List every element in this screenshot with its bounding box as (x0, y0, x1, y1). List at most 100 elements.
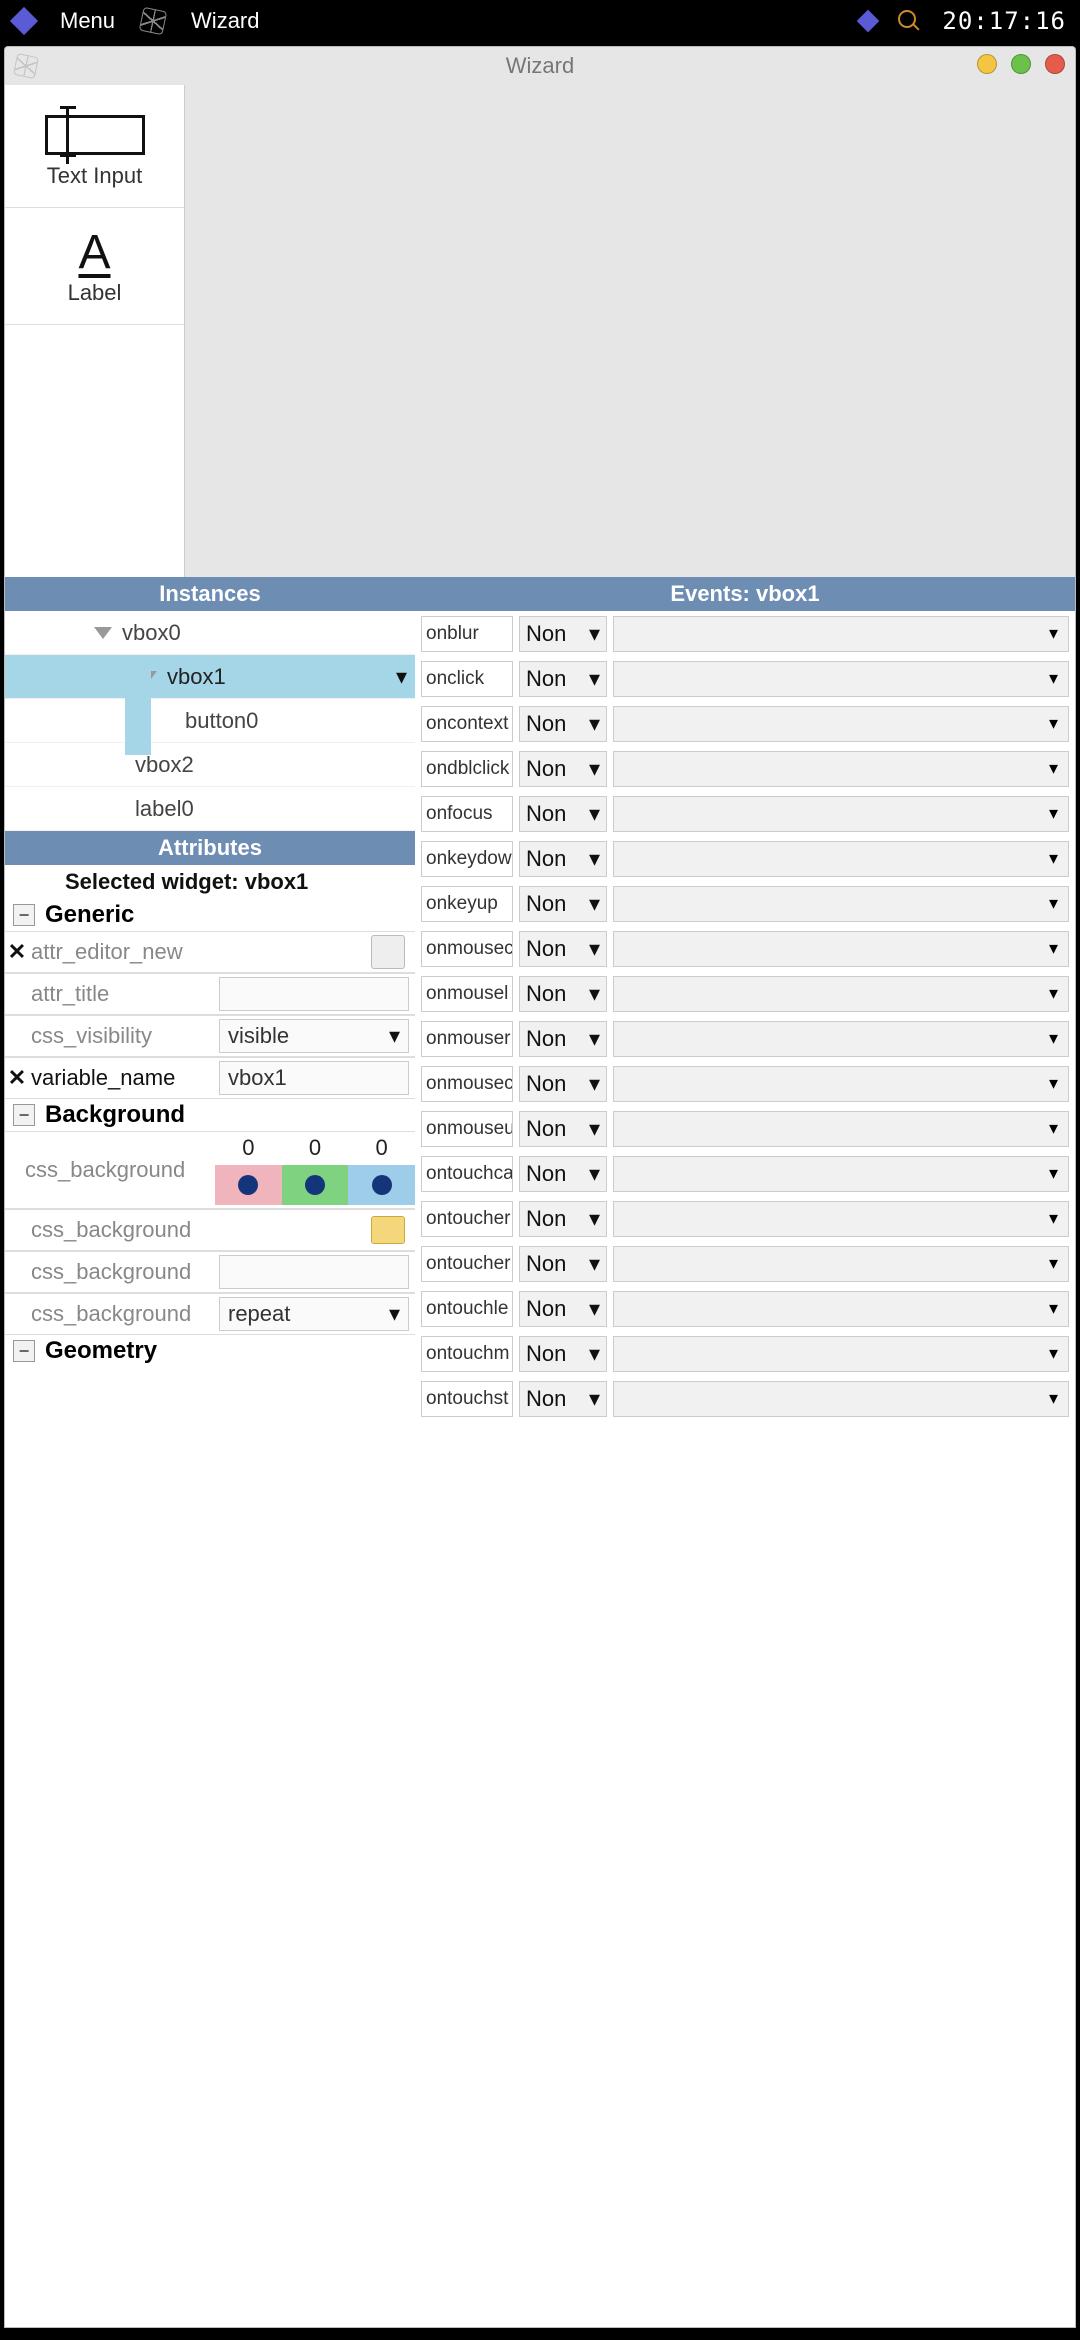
event-select[interactable]: Non ▾ (519, 1246, 607, 1282)
event-select-secondary[interactable]: ▾ (613, 706, 1069, 742)
instances-header: Instances (5, 577, 415, 611)
tree-row[interactable]: vbox0 (5, 611, 415, 655)
event-select-secondary[interactable]: ▾ (613, 1381, 1069, 1417)
event-select-secondary[interactable]: ▾ (613, 1021, 1069, 1057)
event-select[interactable]: Non ▾ (519, 931, 607, 967)
remove-icon[interactable]: ✕ (5, 939, 29, 965)
remove-icon[interactable]: ✕ (5, 1065, 29, 1091)
collapse-icon[interactable]: − (13, 1104, 35, 1126)
group-geometry[interactable]: − Geometry (5, 1335, 415, 1367)
event-row: onmouseuNon ▾▾ (415, 1106, 1075, 1151)
tree-row[interactable]: button0 (5, 699, 415, 743)
event-name: onmousec (421, 931, 513, 967)
event-name: ontouchca (421, 1156, 513, 1192)
attr-row-color: css_background 0 0 0 (5, 1131, 415, 1209)
event-select[interactable]: Non ▾ (519, 976, 607, 1012)
tree-row[interactable]: label0 (5, 787, 415, 831)
event-select-secondary[interactable]: ▾ (613, 1111, 1069, 1147)
slider-handle[interactable] (305, 1175, 325, 1195)
event-select-secondary[interactable]: ▾ (613, 841, 1069, 877)
event-select[interactable]: Non ▾ (519, 1111, 607, 1147)
event-row: oncontextNon ▾▾ (415, 701, 1075, 746)
event-select-secondary[interactable]: ▾ (613, 1291, 1069, 1327)
folder-icon[interactable] (371, 1216, 405, 1244)
event-row: ontouchmNon ▾▾ (415, 1331, 1075, 1376)
event-select-secondary[interactable]: ▾ (613, 931, 1069, 967)
event-row: onmousecNon ▾▾ (415, 926, 1075, 971)
event-select-secondary[interactable]: ▾ (613, 751, 1069, 787)
event-select-secondary[interactable]: ▾ (613, 796, 1069, 832)
event-name: onkeyup (421, 886, 513, 922)
maximize-button[interactable] (1011, 54, 1031, 74)
event-select[interactable]: Non ▾ (519, 796, 607, 832)
color-val[interactable]: 0 (242, 1135, 254, 1161)
event-select-secondary[interactable]: ▾ (613, 976, 1069, 1012)
tree-row[interactable]: vbox2 (5, 743, 415, 787)
event-name: onblur (421, 616, 513, 652)
tool-text-input[interactable]: Text Input (5, 91, 184, 207)
attr-input[interactable] (219, 1255, 409, 1289)
attr-input[interactable] (219, 977, 409, 1011)
tool-label[interactable]: A Label (5, 208, 184, 324)
event-select[interactable]: Non ▾ (519, 886, 607, 922)
event-select-secondary[interactable]: ▾ (613, 1246, 1069, 1282)
event-select[interactable]: Non ▾ (519, 1156, 607, 1192)
event-select[interactable]: Non ▾ (519, 1201, 607, 1237)
search-icon[interactable] (898, 10, 920, 32)
app-label[interactable]: Wizard (191, 8, 259, 34)
event-select[interactable]: Non ▾ (519, 1021, 607, 1057)
event-row: ontoucherNon ▾▾ (415, 1241, 1075, 1286)
event-select-secondary[interactable]: ▾ (613, 1336, 1069, 1372)
close-button[interactable] (1045, 54, 1065, 74)
attr-input[interactable]: vbox1 (219, 1061, 409, 1095)
instances-tree: vbox0 vbox1 button0 vbox2 label0 (5, 611, 415, 831)
tree-label: vbox1 (167, 664, 226, 690)
minimize-button[interactable] (977, 54, 997, 74)
event-select[interactable]: Non ▾ (519, 841, 607, 877)
event-select[interactable]: Non ▾ (519, 1381, 607, 1417)
event-name: onmouser (421, 1021, 513, 1057)
event-select-secondary[interactable]: ▾ (613, 616, 1069, 652)
event-select[interactable]: Non ▾ (519, 751, 607, 787)
event-select-secondary[interactable]: ▾ (613, 1201, 1069, 1237)
attr-select[interactable]: repeat (219, 1297, 409, 1331)
color-val[interactable]: 0 (376, 1135, 388, 1161)
event-select[interactable]: Non ▾ (519, 706, 607, 742)
chevron-down-icon[interactable] (94, 627, 112, 639)
attr-row: css_background (5, 1251, 415, 1293)
cube-icon[interactable] (857, 10, 880, 33)
event-select-secondary[interactable]: ▾ (613, 1156, 1069, 1192)
group-background[interactable]: − Background (5, 1099, 415, 1131)
new-class-button[interactable] (371, 935, 405, 969)
event-row: onmousecNon ▾▾ (415, 1061, 1075, 1106)
slider-handle[interactable] (372, 1175, 392, 1195)
event-name: onmousel (421, 976, 513, 1012)
event-row: onkeydowNon ▾▾ (415, 836, 1075, 881)
event-row: onclickNon ▾▾ (415, 656, 1075, 701)
event-select-secondary[interactable]: ▾ (613, 661, 1069, 697)
event-name: ontouchle (421, 1291, 513, 1327)
collapse-icon[interactable]: − (13, 1340, 35, 1362)
collapse-icon[interactable]: − (13, 904, 35, 926)
event-select[interactable]: Non ▾ (519, 1291, 607, 1327)
color-val[interactable]: 0 (309, 1135, 321, 1161)
event-select[interactable]: Non ▾ (519, 616, 607, 652)
event-row: ondblclickNon ▾▾ (415, 746, 1075, 791)
text-input-icon (45, 115, 145, 155)
tool-label: Text Input (11, 163, 178, 189)
event-name: onclick (421, 661, 513, 697)
group-generic[interactable]: − Generic (5, 899, 415, 931)
group-title: Geometry (45, 1337, 157, 1365)
wireframe-icon (139, 7, 167, 35)
event-select[interactable]: Non ▾ (519, 1066, 607, 1102)
color-slider[interactable] (215, 1165, 415, 1205)
tree-row[interactable]: vbox1 (5, 655, 415, 699)
attr-select[interactable]: visible (219, 1019, 409, 1053)
menu-label[interactable]: Menu (60, 8, 115, 34)
event-select-secondary[interactable]: ▾ (613, 1066, 1069, 1102)
slider-handle[interactable] (238, 1175, 258, 1195)
event-select[interactable]: Non ▾ (519, 661, 607, 697)
event-select[interactable]: Non ▾ (519, 1336, 607, 1372)
event-select-secondary[interactable]: ▾ (613, 886, 1069, 922)
app-window: Wizard Text Input A Label Instances (4, 46, 1076, 2328)
